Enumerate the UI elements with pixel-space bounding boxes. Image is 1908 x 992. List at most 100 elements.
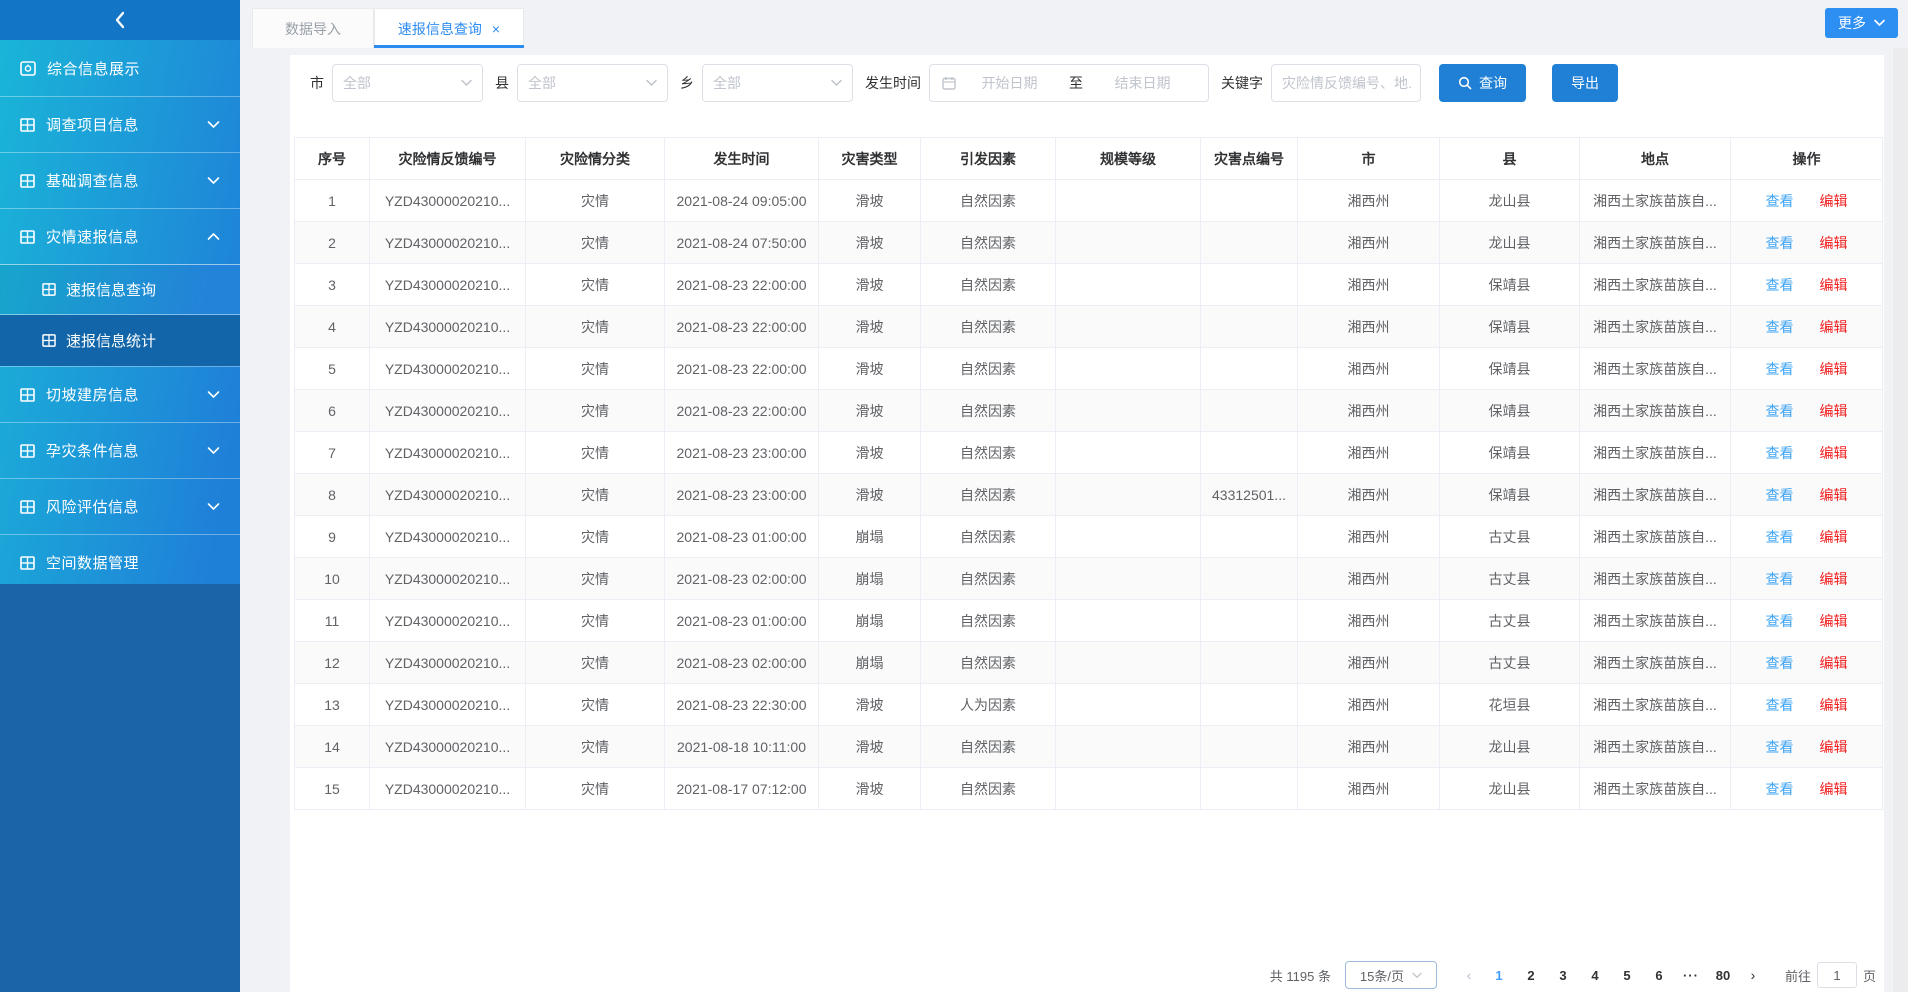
page-number[interactable]: 5: [1613, 968, 1641, 983]
cell-location: 湘西土家族苗族自...: [1580, 642, 1731, 684]
edit-link[interactable]: 编辑: [1820, 193, 1848, 209]
table-row: 9YZD43000020210...灾情2021-08-23 01:00:00崩…: [295, 516, 1883, 558]
close-icon[interactable]: ×: [492, 22, 500, 36]
cell-time: 2021-08-23 22:00:00: [665, 264, 819, 306]
cell-type: 滑坡: [819, 222, 921, 264]
cell-type: 滑坡: [819, 768, 921, 810]
column-header: 灾险情反馈编号: [370, 138, 526, 180]
sidebar-subitem[interactable]: 速报信息统计: [0, 315, 240, 366]
view-link[interactable]: 查看: [1766, 445, 1794, 461]
view-link[interactable]: 查看: [1766, 655, 1794, 671]
edit-link[interactable]: 编辑: [1820, 235, 1848, 251]
goto-page-input[interactable]: 1: [1817, 962, 1857, 988]
cell-code: YZD43000020210...: [370, 432, 526, 474]
city-select[interactable]: 全部: [332, 64, 483, 102]
edit-link[interactable]: 编辑: [1820, 739, 1848, 755]
sidebar-item[interactable]: 基础调查信息: [0, 152, 240, 208]
cell-scale: [1056, 516, 1201, 558]
cell-type: 崩塌: [819, 642, 921, 684]
edit-link[interactable]: 编辑: [1820, 529, 1848, 545]
page-number[interactable]: 6: [1645, 968, 1673, 983]
sidebar-item-label: 切坡建房信息: [46, 384, 207, 405]
sidebar-item[interactable]: 空间数据管理: [0, 534, 240, 590]
view-link[interactable]: 查看: [1766, 613, 1794, 629]
edit-link[interactable]: 编辑: [1820, 613, 1848, 629]
edit-link[interactable]: 编辑: [1820, 487, 1848, 503]
view-link[interactable]: 查看: [1766, 193, 1794, 209]
view-link[interactable]: 查看: [1766, 739, 1794, 755]
view-link[interactable]: 查看: [1766, 571, 1794, 587]
cell-county: 保靖县: [1440, 348, 1580, 390]
cell-operations: 查看 编辑: [1731, 600, 1883, 642]
cell-factor: 自然因素: [921, 726, 1056, 768]
cell-time: 2021-08-24 09:05:00: [665, 180, 819, 222]
view-link[interactable]: 查看: [1766, 697, 1794, 713]
view-link[interactable]: 查看: [1766, 319, 1794, 335]
cell-cls: 灾情: [526, 600, 665, 642]
edit-link[interactable]: 编辑: [1820, 319, 1848, 335]
view-link[interactable]: 查看: [1766, 235, 1794, 251]
search-button[interactable]: 查询: [1439, 64, 1526, 102]
sidebar-subitem[interactable]: 速报信息查询: [0, 264, 240, 315]
table-icon: [20, 230, 35, 244]
edit-link[interactable]: 编辑: [1820, 655, 1848, 671]
sidebar-subitem-label: 速报信息查询: [66, 279, 156, 300]
keyword-input[interactable]: 灾险情反馈编号、地.: [1271, 64, 1421, 102]
tab-label: 速报信息查询: [398, 19, 482, 39]
table-row: 3YZD43000020210...灾情2021-08-23 22:00:00滑…: [295, 264, 1883, 306]
edit-link[interactable]: 编辑: [1820, 277, 1848, 293]
start-date-field[interactable]: 开始日期: [956, 73, 1063, 93]
end-date-field[interactable]: 结束日期: [1089, 73, 1196, 93]
cell-type: 滑坡: [819, 432, 921, 474]
edit-link[interactable]: 编辑: [1820, 571, 1848, 587]
page-ellipsis[interactable]: ···: [1677, 968, 1705, 983]
more-button[interactable]: 更多: [1825, 8, 1898, 38]
view-link[interactable]: 查看: [1766, 781, 1794, 797]
goto-label: 前往: [1785, 966, 1811, 985]
page-number[interactable]: 4: [1581, 968, 1609, 983]
sidebar-collapse-button[interactable]: [0, 0, 240, 40]
edit-link[interactable]: 编辑: [1820, 781, 1848, 797]
sidebar-item[interactable]: 调查项目信息: [0, 96, 240, 152]
edit-link[interactable]: 编辑: [1820, 403, 1848, 419]
edit-link[interactable]: 编辑: [1820, 445, 1848, 461]
chevron-left-icon: [112, 11, 128, 29]
scrollbar[interactable]: [1893, 48, 1908, 992]
date-range-picker[interactable]: 开始日期 至 结束日期: [929, 64, 1209, 102]
cell-code: YZD43000020210...: [370, 390, 526, 432]
cell-factor: 自然因素: [921, 390, 1056, 432]
tab-data-import[interactable]: 数据导入: [252, 8, 374, 48]
next-page-button[interactable]: ›: [1739, 967, 1767, 983]
page-size-select[interactable]: 15条/页: [1345, 961, 1437, 989]
sidebar-item[interactable]: 综合信息展示: [0, 40, 240, 96]
sidebar-item[interactable]: 风险评估信息: [0, 478, 240, 534]
cell-type: 滑坡: [819, 684, 921, 726]
cell-time: 2021-08-24 07:50:00: [665, 222, 819, 264]
page-number[interactable]: 3: [1549, 968, 1577, 983]
table-icon: [20, 388, 35, 402]
prev-page-button[interactable]: ‹: [1455, 967, 1483, 983]
view-link[interactable]: 查看: [1766, 529, 1794, 545]
cell-factor: 自然因素: [921, 348, 1056, 390]
county-select[interactable]: 全部: [517, 64, 668, 102]
page-number[interactable]: 80: [1709, 968, 1737, 983]
view-link[interactable]: 查看: [1766, 487, 1794, 503]
sidebar-item[interactable]: 切坡建房信息: [0, 366, 240, 422]
tab-report-query[interactable]: 速报信息查询 ×: [374, 8, 524, 48]
cell-location: 湘西土家族苗族自...: [1580, 432, 1731, 474]
town-select[interactable]: 全部: [702, 64, 853, 102]
search-icon: [1458, 76, 1472, 90]
cell-cls: 灾情: [526, 684, 665, 726]
view-link[interactable]: 查看: [1766, 361, 1794, 377]
edit-link[interactable]: 编辑: [1820, 361, 1848, 377]
edit-link[interactable]: 编辑: [1820, 697, 1848, 713]
view-link[interactable]: 查看: [1766, 277, 1794, 293]
view-link[interactable]: 查看: [1766, 403, 1794, 419]
table-row: 14YZD43000020210...灾情2021-08-18 10:11:00…: [295, 726, 1883, 768]
cell-city: 湘西州: [1298, 768, 1440, 810]
export-button[interactable]: 导出: [1552, 64, 1618, 102]
sidebar-item[interactable]: 孕灾条件信息: [0, 422, 240, 478]
page-number[interactable]: 2: [1517, 968, 1545, 983]
sidebar-item[interactable]: 灾情速报信息: [0, 208, 240, 264]
page-number[interactable]: 1: [1485, 968, 1513, 983]
